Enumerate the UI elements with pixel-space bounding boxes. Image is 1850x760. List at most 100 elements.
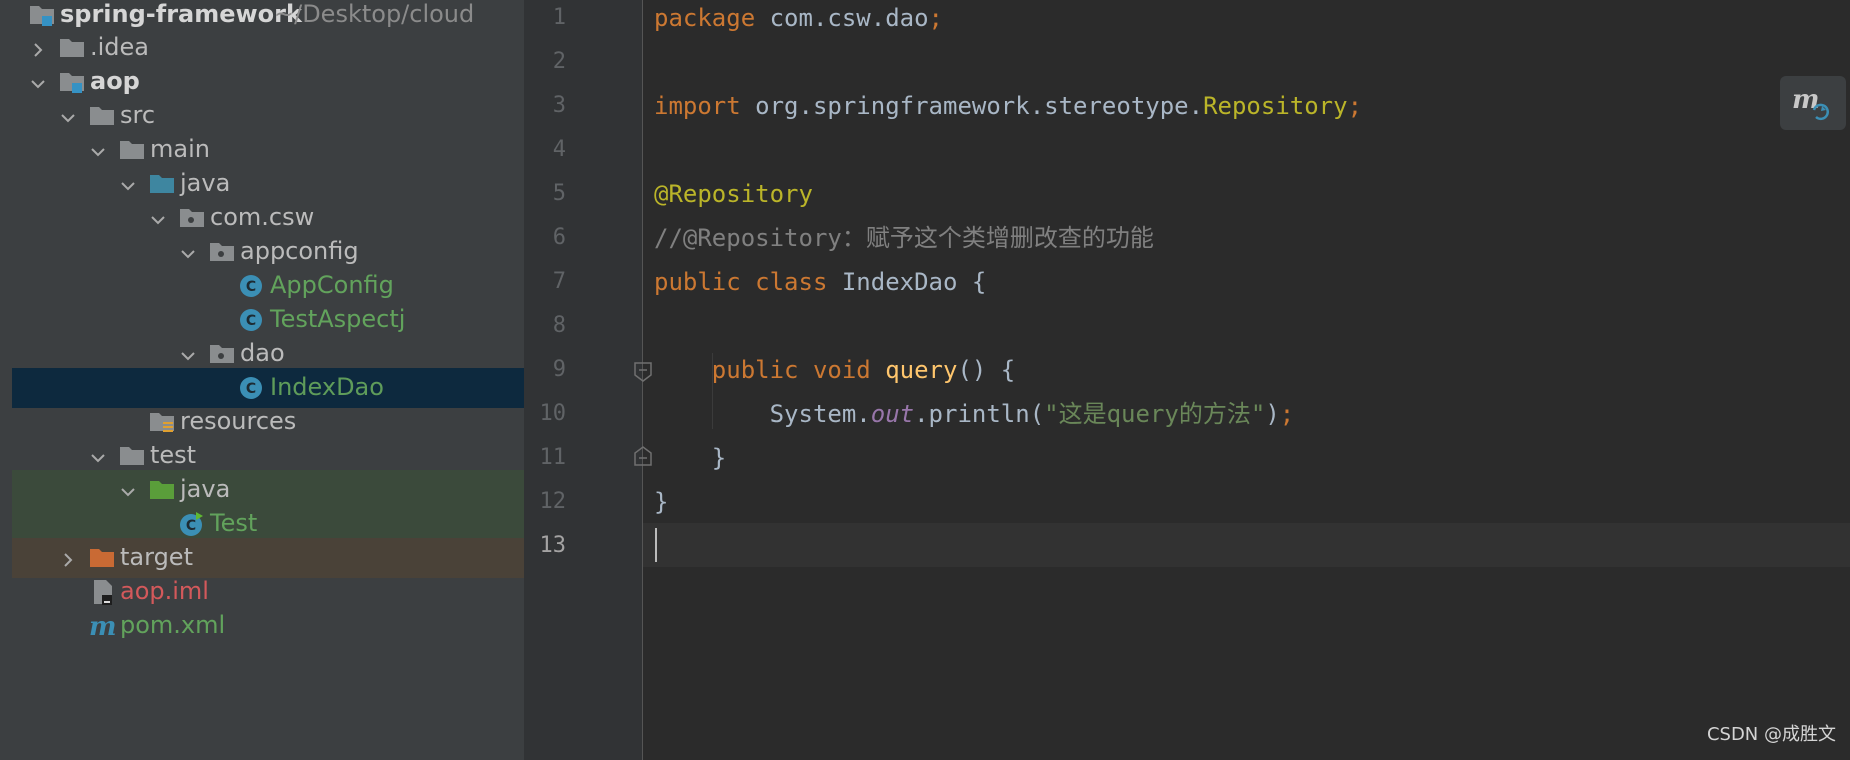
class-icon: C (238, 307, 266, 333)
package-icon (208, 239, 236, 265)
tree-item-label: resources (180, 407, 297, 435)
code-text: .println( (914, 400, 1045, 428)
semicolon: ; (1347, 92, 1363, 120)
resources-folder-icon (148, 409, 176, 435)
tree-item-label: TestAspectj (270, 305, 406, 333)
maven-reload-icon: m (1792, 84, 1836, 128)
fold-start-icon[interactable] (634, 362, 652, 386)
line-number: 4 (552, 137, 566, 162)
test-source-folder-icon (148, 477, 176, 503)
line-number: 12 (539, 489, 567, 514)
semicolon: ; (928, 4, 943, 32)
excluded-folder-icon (88, 545, 116, 571)
svg-text:C: C (186, 518, 196, 534)
code-editor[interactable]: 1 2 3 4 5 6 7 8 9 10 11 12 13 package co… (524, 0, 1850, 760)
tree-item-label: test (150, 441, 197, 469)
tree-item-label: AppConfig (270, 271, 394, 299)
watermark: CSDN @成胜文 (1706, 724, 1836, 745)
line-number: 6 (552, 225, 566, 250)
comment: //@Repository：赋予这个类增删改查的功能 (654, 224, 1154, 252)
line-number: 9 (552, 357, 566, 382)
keyword: public class (654, 268, 828, 296)
chevron-right-icon[interactable] (28, 38, 48, 58)
chevron-down-icon[interactable] (148, 208, 168, 228)
module-folder-icon (28, 2, 56, 28)
maven-icon: m (88, 612, 117, 642)
tree-item-label: aop.iml (120, 577, 209, 605)
folder-icon (88, 103, 116, 129)
static-field: out (870, 400, 915, 428)
code-line-11: } (654, 436, 726, 480)
package-icon (208, 341, 236, 367)
keyword: public void (711, 356, 871, 384)
line-number: 7 (552, 269, 566, 294)
tree-item-label: appconfig (240, 237, 359, 265)
closing-brace: } (654, 488, 669, 516)
code-line-3: import org.springframework.stereotype.Re… (654, 84, 1362, 128)
current-line-highlight (643, 523, 1850, 567)
line-number: 3 (552, 93, 566, 118)
chevron-down-icon[interactable] (88, 446, 108, 466)
chevron-down-icon[interactable] (178, 344, 198, 364)
svg-text:m: m (1792, 85, 1820, 115)
test-class-icon: C (178, 511, 206, 537)
code-text: com.csw.dao (755, 4, 929, 32)
method-name: query (885, 356, 958, 384)
closing-brace: } (711, 444, 727, 472)
code-text: () { (957, 356, 1016, 384)
line-number: 1 (552, 5, 566, 30)
code-text: System. (769, 400, 871, 428)
code-line-6: //@Repository：赋予这个类增删改查的功能 (654, 216, 1154, 260)
line-number: 2 (552, 49, 566, 74)
project-tree-panel: spring-framework ~/Desktop/cloud .idea a… (12, 0, 524, 760)
tree-item-label: java (180, 475, 231, 503)
svg-text:m: m (89, 613, 117, 639)
chevron-right-icon[interactable] (58, 548, 78, 568)
chevron-down-icon[interactable] (28, 72, 48, 92)
module-folder-icon (58, 69, 86, 95)
string-literal: "这是query的方法" (1044, 400, 1266, 428)
chevron-down-icon[interactable] (178, 242, 198, 262)
folder-icon (118, 137, 146, 163)
svg-text:C: C (246, 381, 256, 397)
folder-icon (118, 443, 146, 469)
chevron-down-icon[interactable] (88, 140, 108, 160)
code-text: ) (1265, 400, 1280, 428)
annotation: @Repository (654, 180, 813, 208)
tree-item-file-pom-xml[interactable]: m pom.xml (12, 606, 524, 646)
fold-end-icon[interactable] (634, 446, 652, 470)
iml-file-icon (90, 579, 118, 605)
tree-item-label: pom.xml (120, 611, 226, 639)
class-icon: C (238, 273, 266, 299)
keyword: package (654, 4, 756, 32)
tree-item-label: IndexDao (270, 373, 384, 401)
tree-item-label: .idea (90, 33, 150, 61)
tree-item-label: main (150, 135, 210, 163)
code-line-9: public void query() { (654, 348, 1015, 392)
line-number: 13 (539, 533, 567, 558)
tree-root-label: spring-framework (60, 0, 302, 28)
maven-reload-button[interactable]: m (1780, 76, 1846, 130)
source-folder-icon (148, 171, 176, 197)
code-text: org.springframework.stereotype. (740, 92, 1204, 120)
code-line-5: @Repository (654, 172, 813, 216)
chevron-down-icon[interactable] (58, 106, 78, 126)
folder-icon (58, 35, 86, 61)
class-icon: C (238, 375, 266, 401)
code-line-7: public class IndexDao { (654, 260, 986, 304)
code-line-12: } (654, 480, 668, 524)
tree-item-label: java (180, 169, 231, 197)
tree-root-path: ~/Desktop/cloud (274, 0, 475, 28)
tree-item-label: dao (240, 339, 285, 367)
line-number: 10 (539, 401, 567, 426)
line-number: 5 (552, 181, 566, 206)
tree-item-label: Test (210, 509, 258, 537)
chevron-down-icon[interactable] (118, 174, 138, 194)
chevron-down-icon[interactable] (118, 480, 138, 500)
tree-item-label: aop (90, 67, 140, 95)
code-line-1: package com.csw.dao; (654, 0, 943, 40)
line-number: 11 (539, 445, 567, 470)
tree-item-label: src (120, 101, 156, 129)
package-icon (178, 205, 206, 231)
semicolon: ; (1279, 400, 1295, 428)
